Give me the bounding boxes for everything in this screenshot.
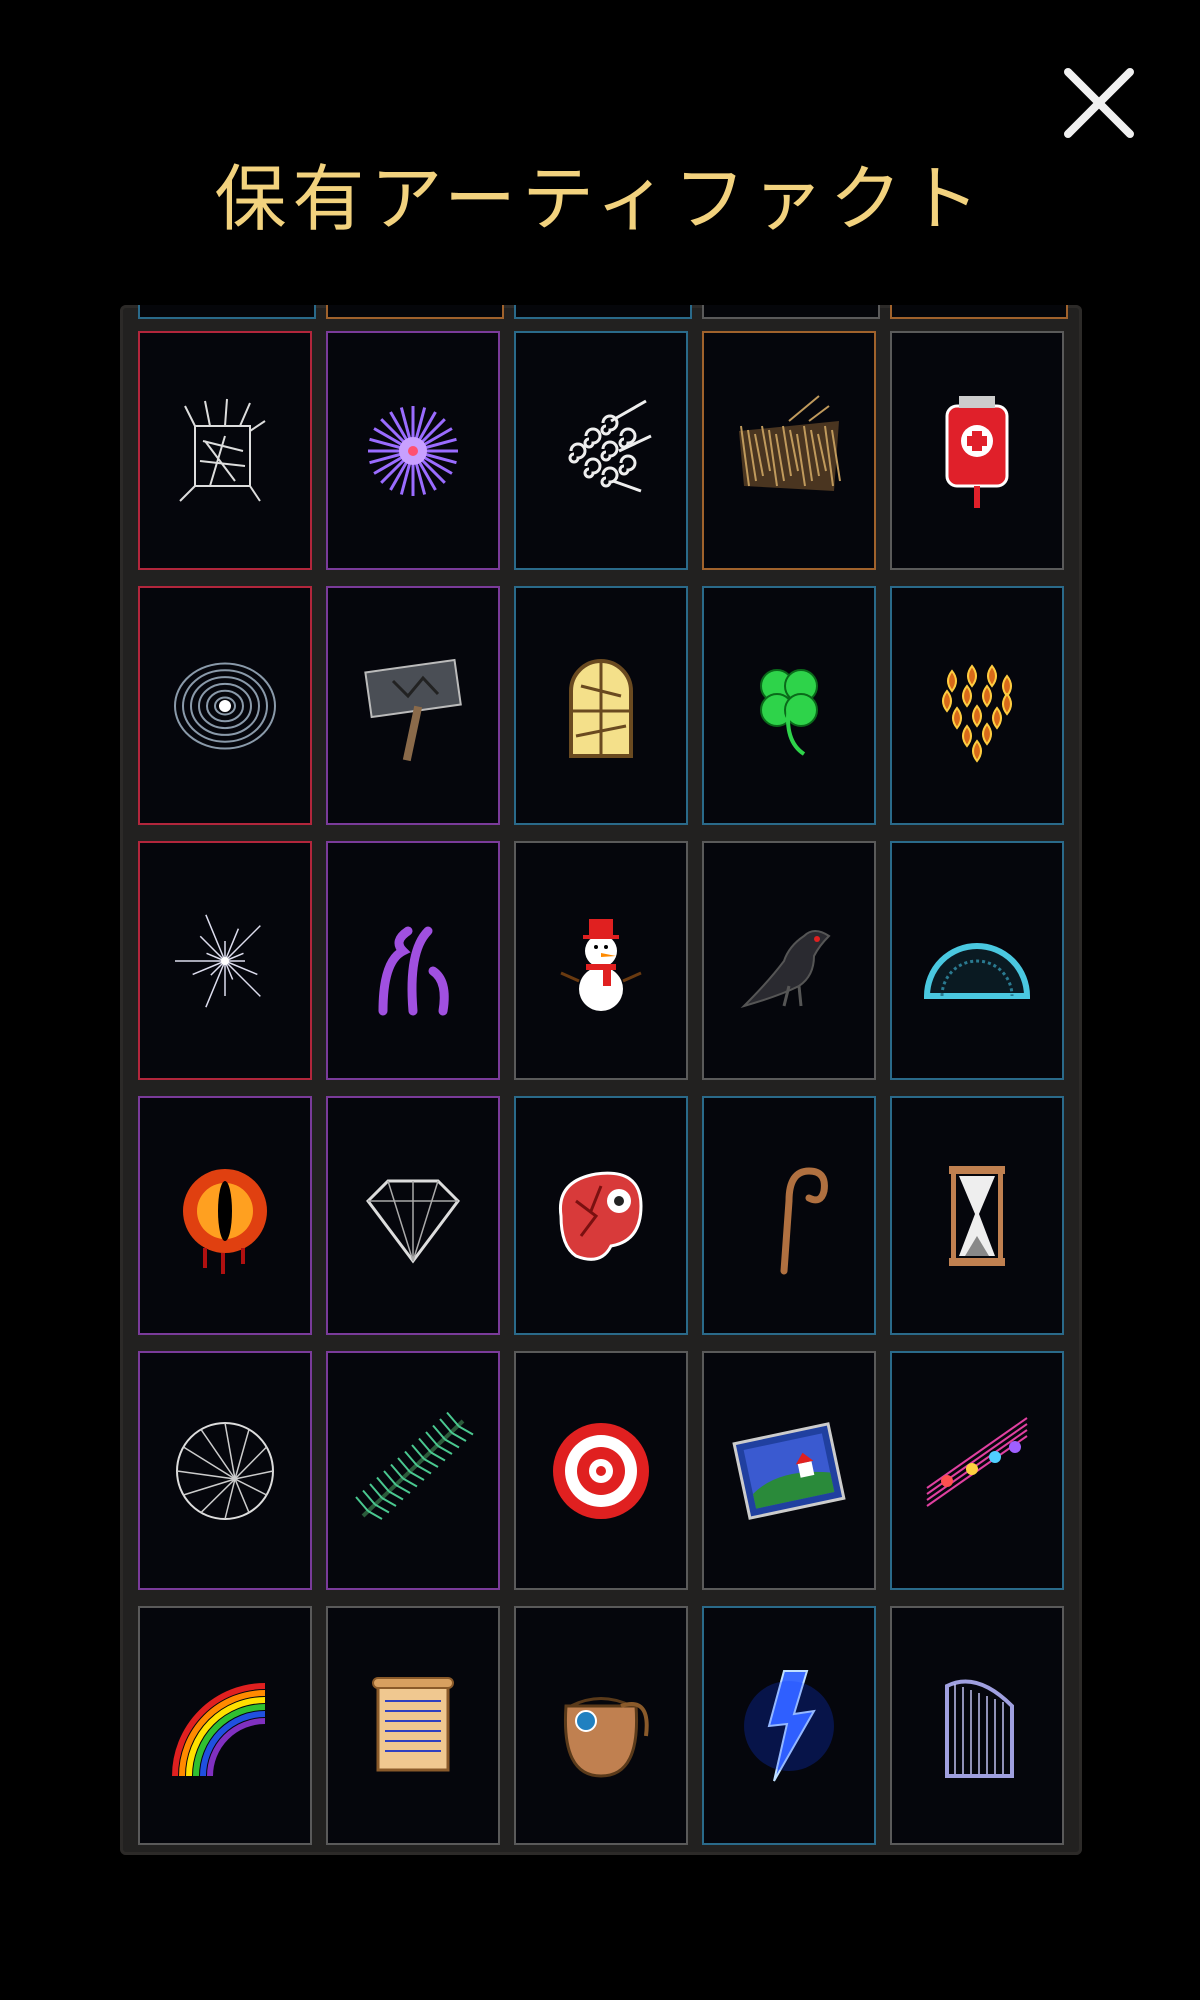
artifact-card[interactable] — [890, 586, 1064, 825]
pine-branch-icon — [353, 1411, 474, 1531]
close-icon — [1064, 68, 1134, 138]
cyan-dome-icon — [917, 901, 1037, 1021]
artifact-card[interactable] — [326, 1606, 500, 1845]
artifact-card[interactable] — [138, 1606, 312, 1845]
artifact-card[interactable] — [702, 1606, 876, 1845]
raw-steak-icon — [541, 1156, 661, 1276]
page-title: 保有アーティファクト — [214, 157, 986, 241]
cracked-glass-orb-icon — [165, 1411, 285, 1531]
peek-card — [326, 305, 504, 319]
artifact-card[interactable] — [326, 331, 500, 570]
artifact-card[interactable] — [890, 841, 1064, 1080]
stained-glass-window-icon — [541, 646, 661, 766]
blue-lightning-icon — [729, 1666, 849, 1786]
artifact-card[interactable] — [138, 1351, 312, 1590]
purple-tentacles-icon — [353, 901, 473, 1021]
artifact-card[interactable] — [514, 1606, 688, 1845]
ancient-scroll-icon — [353, 1666, 473, 1786]
artifact-card[interactable] — [514, 1351, 688, 1590]
peek-card — [138, 305, 316, 319]
peek-card — [890, 305, 1068, 319]
artifact-card[interactable] — [138, 331, 312, 570]
artifact-card[interactable] — [890, 331, 1064, 570]
wind-swirls-icon — [541, 391, 661, 511]
artifact-card[interactable] — [890, 1351, 1064, 1590]
artifact-card[interactable] — [138, 586, 312, 825]
painting-picture-icon — [729, 1411, 849, 1531]
artifact-card[interactable] — [702, 1351, 876, 1590]
straw-nest-icon — [729, 391, 849, 511]
artifact-card[interactable] — [514, 586, 688, 825]
artifact-card[interactable] — [702, 841, 876, 1080]
artifact-card[interactable] — [326, 586, 500, 825]
diamond-icon — [353, 1156, 473, 1276]
artifact-panel[interactable] — [120, 305, 1082, 1855]
artifact-card[interactable] — [514, 841, 688, 1080]
war-hammer-icon — [353, 646, 473, 766]
rainbow-icon — [165, 1666, 285, 1786]
flame-leaf-heart-icon — [917, 646, 1037, 766]
artifact-card[interactable] — [326, 1351, 500, 1590]
artifact-card[interactable] — [138, 1096, 312, 1335]
artifact-card[interactable] — [702, 1096, 876, 1335]
artifact-card[interactable] — [326, 1096, 500, 1335]
leather-pouch-icon — [541, 1666, 661, 1786]
shepherd-crook-icon — [729, 1156, 849, 1276]
ripple-vortex-icon — [165, 646, 285, 766]
peek-card — [514, 305, 692, 319]
bullseye-target-icon — [541, 1411, 661, 1531]
blood-bag-icon — [917, 391, 1037, 511]
snowman-icon — [541, 901, 661, 1021]
artifact-grid — [138, 331, 1068, 1845]
artifact-card[interactable] — [138, 841, 312, 1080]
artifact-card[interactable] — [890, 1096, 1064, 1335]
shattered-star-icon — [165, 901, 285, 1021]
artifact-card[interactable] — [514, 1096, 688, 1335]
bleeding-eye-icon — [165, 1156, 285, 1276]
purple-spiky-orb-icon — [353, 391, 473, 511]
music-notes-icon — [917, 1411, 1037, 1531]
artifact-card[interactable] — [890, 1606, 1064, 1845]
hourglass-icon — [917, 1156, 1037, 1276]
artifact-card[interactable] — [702, 331, 876, 570]
crow-icon — [729, 901, 849, 1021]
artifact-card[interactable] — [326, 841, 500, 1080]
artifact-card[interactable] — [702, 586, 876, 825]
thorny-cage-icon — [165, 391, 285, 511]
peek-card — [702, 305, 880, 319]
harp-icon — [917, 1666, 1037, 1786]
artifact-card[interactable] — [514, 331, 688, 570]
four-leaf-clover-icon — [729, 646, 849, 766]
close-button[interactable] — [1062, 66, 1136, 140]
